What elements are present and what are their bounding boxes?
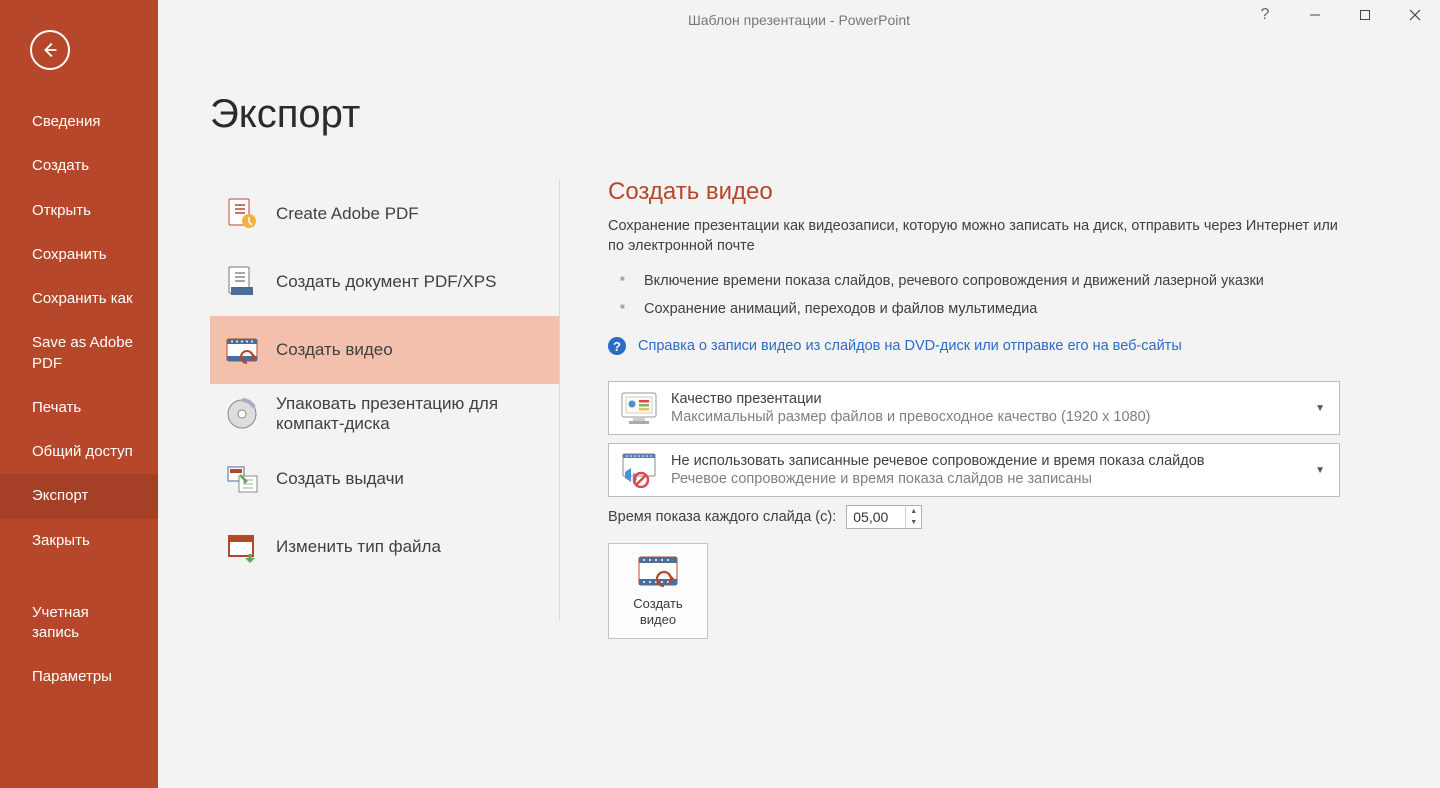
backstage-sidebar: Сведения Создать Открыть Сохранить Сохра… bbox=[0, 0, 158, 788]
export-option-pdf-xps[interactable]: Создать документ PDF/XPS bbox=[210, 248, 559, 316]
sidebar-item-new[interactable]: Создать bbox=[0, 144, 158, 188]
narration-title: Не использовать записанные речевое сопро… bbox=[671, 453, 1309, 469]
export-option-label: Create Adobe PDF bbox=[276, 204, 419, 224]
chevron-down-icon: ▼ bbox=[1309, 403, 1331, 414]
no-narration-icon bbox=[617, 450, 661, 490]
help-button[interactable]: ? bbox=[1240, 0, 1290, 30]
create-video-button-label-2: видео bbox=[640, 612, 676, 627]
narration-dropdown[interactable]: Не использовать записанные речевое сопро… bbox=[608, 443, 1340, 497]
sidebar-item-share[interactable]: Общий доступ bbox=[0, 430, 158, 474]
change-file-type-icon bbox=[222, 527, 262, 567]
close-button[interactable] bbox=[1390, 0, 1440, 30]
quality-title: Качество презентации bbox=[671, 391, 1309, 407]
minimize-icon bbox=[1309, 9, 1321, 21]
export-option-video[interactable]: Создать видео bbox=[210, 316, 559, 384]
quality-subtitle: Максимальный размер файлов и превосходно… bbox=[671, 409, 1309, 425]
export-options-list: Create Adobe PDF Создать документ PDF/XP… bbox=[210, 180, 560, 620]
create-video-button-label-1: Создать bbox=[633, 596, 682, 611]
pdf-xps-icon bbox=[222, 262, 262, 302]
create-video-icon bbox=[636, 554, 680, 590]
adobe-pdf-icon bbox=[222, 194, 262, 234]
sidebar-item-open[interactable]: Открыть bbox=[0, 189, 158, 233]
sidebar-item-account[interactable]: Учетная запись bbox=[0, 591, 158, 656]
export-option-label: Изменить тип файла bbox=[276, 537, 441, 557]
export-detail-panel: Создать видео Сохранение презентации как… bbox=[608, 178, 1390, 639]
arrow-left-icon bbox=[39, 39, 61, 61]
sidebar-item-save-adobe-pdf[interactable]: Save as Adobe PDF bbox=[0, 321, 158, 386]
sidebar-item-info[interactable]: Сведения bbox=[0, 100, 158, 144]
sidebar-item-saveas[interactable]: Сохранить как bbox=[0, 277, 158, 321]
sidebar-item-options[interactable]: Параметры bbox=[0, 655, 158, 699]
back-button[interactable] bbox=[30, 30, 70, 70]
export-option-handouts[interactable]: Создать выдачи bbox=[210, 445, 559, 513]
slide-time-label: Время показа каждого слайда (с): bbox=[608, 509, 836, 525]
video-icon bbox=[222, 330, 262, 370]
spinner-down-button[interactable]: ▼ bbox=[906, 517, 921, 528]
detail-description: Сохранение презентации как видеозаписи, … bbox=[608, 216, 1348, 257]
sidebar-item-save[interactable]: Сохранить bbox=[0, 233, 158, 277]
help-link-text: Справка о записи видео из слайдов на DVD… bbox=[638, 338, 1182, 354]
sidebar-item-print[interactable]: Печать bbox=[0, 386, 158, 430]
monitor-icon bbox=[617, 388, 661, 428]
sidebar-item-export[interactable]: Экспорт bbox=[0, 474, 158, 518]
export-option-label: Создать выдачи bbox=[276, 469, 404, 489]
handouts-icon bbox=[222, 459, 262, 499]
narration-subtitle: Речевое сопровождение и время показа сла… bbox=[671, 471, 1309, 487]
detail-title: Создать видео bbox=[608, 178, 1390, 206]
sidebar-item-close[interactable]: Закрыть bbox=[0, 519, 158, 563]
spinner-up-button[interactable]: ▲ bbox=[906, 506, 921, 517]
chevron-down-icon: ▼ bbox=[1309, 465, 1331, 476]
detail-bullet: Включение времени показа слайдов, речево… bbox=[620, 267, 1390, 295]
export-option-change-file-type[interactable]: Изменить тип файла bbox=[210, 513, 559, 581]
minimize-button[interactable] bbox=[1290, 0, 1340, 30]
page-title: Экспорт bbox=[210, 92, 360, 137]
maximize-button[interactable] bbox=[1340, 0, 1390, 30]
slide-time-spinner[interactable]: ▲ ▼ bbox=[846, 505, 922, 529]
export-option-label: Создать видео bbox=[276, 340, 393, 360]
cd-icon bbox=[222, 394, 262, 434]
detail-bullet: Сохранение анимаций, переходов и файлов … bbox=[620, 295, 1390, 323]
export-option-adobe-pdf[interactable]: Create Adobe PDF bbox=[210, 180, 559, 248]
maximize-icon bbox=[1359, 9, 1371, 21]
export-option-package-cd[interactable]: Упаковать презентацию для компакт-диска bbox=[210, 384, 559, 445]
create-video-button[interactable]: Создатьвидео bbox=[608, 543, 708, 639]
slide-time-input[interactable] bbox=[847, 506, 905, 528]
export-option-label: Создать документ PDF/XPS bbox=[276, 272, 496, 292]
quality-dropdown[interactable]: Качество презентации Максимальный размер… bbox=[608, 381, 1340, 435]
export-option-label: Упаковать презентацию для компакт-диска bbox=[276, 394, 547, 435]
close-icon bbox=[1409, 9, 1421, 21]
help-link[interactable]: ? Справка о записи видео из слайдов на D… bbox=[608, 337, 1390, 355]
info-icon: ? bbox=[608, 337, 626, 355]
backstage-main: Шаблон презентации - PowerPoint ? Экспор… bbox=[158, 0, 1440, 788]
